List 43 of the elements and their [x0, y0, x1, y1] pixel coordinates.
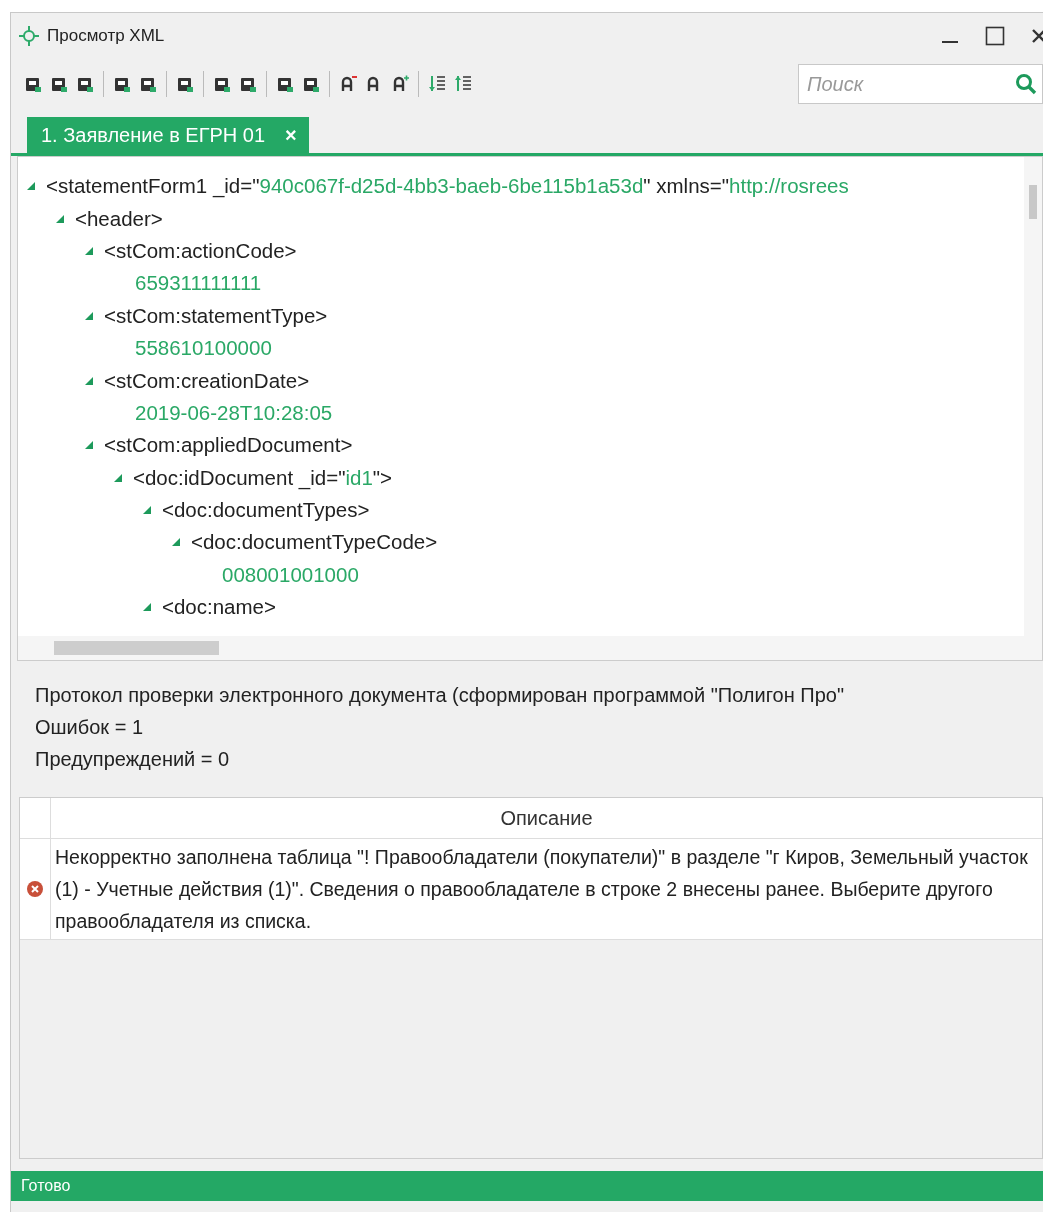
expanded-triangle-icon[interactable]: [84, 245, 94, 256]
xml-element: <doc:documentTypeCode>: [191, 530, 438, 555]
xml-value: 2019-06-28T10:28:05: [135, 400, 333, 425]
crosshair-logo-icon: [19, 26, 39, 46]
vertical-scrollbar[interactable]: [1024, 157, 1042, 636]
error-icon: [27, 881, 43, 897]
xml-element: <stCom:appliedDocument>: [104, 433, 353, 458]
expanded-triangle-icon[interactable]: [171, 537, 181, 548]
expanded-triangle-icon[interactable]: [142, 505, 152, 516]
xml-element: <doc:idDocument _id="id1">: [133, 465, 393, 490]
protocol-line: Ошибок = 1: [35, 715, 145, 740]
xml-element: <statementForm1 _id="940c067f-d25d-4bb3-baeb-6be115b1a53d" xmlns="http://rosrees: [46, 174, 849, 199]
tab-close-button[interactable]: ×: [285, 123, 297, 147]
sort-down-icon[interactable]: [427, 74, 447, 94]
xml-value: 659311111111: [135, 271, 262, 296]
xml-element: <stCom:actionCode>: [104, 238, 297, 263]
protocol-line: Предупреждений = 0: [35, 747, 231, 772]
window-title: Просмотр XML: [47, 26, 165, 46]
expanded-triangle-icon[interactable]: [84, 440, 94, 451]
expanded-triangle-icon[interactable]: [84, 375, 94, 386]
table-cell-text: Некорректно заполнена таблица "! Правообладатели (покупатели)" в разделе "г Киров, Земельный участок (1) - Учетные действия (1)". Сведения о правообладателе в строке 2 внесены ранее. Выберите другого правообладателя из списка.: [54, 845, 1029, 934]
search-icon[interactable]: [1015, 73, 1037, 95]
horizontal-scrollbar[interactable]: [18, 636, 1042, 660]
xml-element: <stCom:creationDate>: [104, 368, 310, 393]
status-text: Готово: [21, 1177, 71, 1195]
xml-value: 558610100000: [135, 336, 272, 361]
maximize-icon[interactable]: [985, 26, 1005, 46]
close-icon[interactable]: [1031, 27, 1043, 45]
xml-element: <doc:name>: [162, 595, 276, 620]
tab-label: 1. Заявление в ЕГРН 01: [41, 123, 266, 147]
xml-element: <stCom:statementType>: [104, 303, 328, 328]
search-field[interactable]: Поиск: [798, 64, 1043, 104]
expanded-triangle-icon[interactable]: [142, 602, 152, 613]
expanded-triangle-icon[interactable]: [113, 472, 123, 483]
expanded-triangle-icon[interactable]: [55, 213, 65, 224]
document-tab[interactable]: 1. Заявление в ЕГРН 01 ×: [27, 117, 309, 153]
xml-value: 008001001000: [222, 562, 359, 587]
expanded-triangle-icon[interactable]: [26, 181, 36, 192]
sort-up-icon[interactable]: [453, 74, 473, 94]
protocol-line: Протокол проверки электронного документа (сформирован программой "Полигон Про": [35, 683, 845, 708]
xml-element: <doc:documentTypes>: [162, 498, 370, 523]
xml-element: <header>: [75, 206, 163, 231]
expanded-triangle-icon[interactable]: [84, 310, 94, 321]
